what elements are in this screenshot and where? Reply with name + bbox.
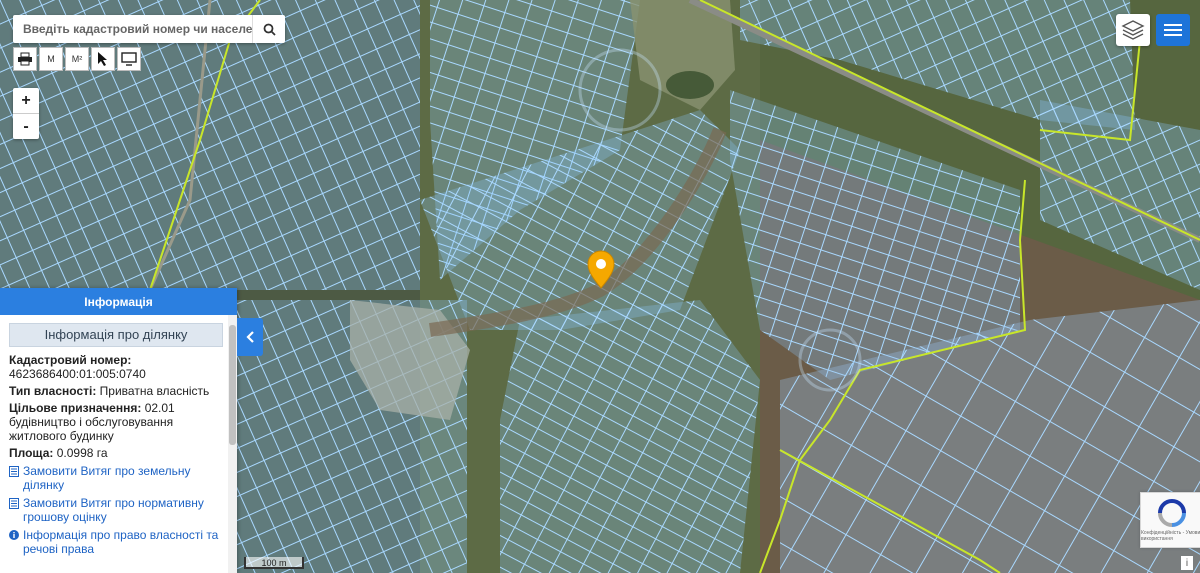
zoom-in-button[interactable]: +: [13, 88, 39, 113]
parcel-info-heading: Інформація про ділянку: [9, 323, 223, 347]
purpose-label: Цільове призначення:: [9, 401, 142, 415]
order-valuation-extract-link[interactable]: Замовити Витяг про нормативну грошову оц…: [9, 496, 223, 524]
cadastral-row: Кадастровий номер: 4623686400:01:005:074…: [9, 353, 223, 381]
screen-button[interactable]: [117, 47, 141, 71]
layers-button[interactable]: [1116, 14, 1150, 46]
area-row: Площа: 0.0998 га: [9, 446, 223, 460]
print-button[interactable]: [13, 47, 37, 71]
recaptcha-icon: [1158, 499, 1186, 527]
ownership-label: Тип власності:: [9, 384, 97, 398]
info-panel: Інформація Інформація про ділянку Кадаст…: [0, 288, 237, 573]
panel-scrollbar[interactable]: [228, 315, 237, 573]
ownership-row: Тип власності: Приватна власність: [9, 384, 223, 398]
select-button[interactable]: [91, 47, 115, 71]
ownership-rights-link[interactable]: Інформація про право власності та речові…: [9, 528, 223, 556]
info-circle-icon: [9, 530, 19, 540]
document-icon: [9, 498, 19, 509]
measure-line-label: M: [47, 54, 55, 64]
area-label: Площа:: [9, 446, 54, 460]
panel-body: Інформація про ділянку Кадастровий номер…: [0, 315, 237, 556]
search-icon: [263, 23, 276, 36]
map-info-button[interactable]: i: [1181, 556, 1193, 570]
parcel-area-south: [500, 300, 760, 573]
layers-icon: [1121, 20, 1145, 40]
ownership-value: Приватна власність: [99, 384, 210, 398]
search-input[interactable]: [13, 16, 253, 42]
menu-button[interactable]: [1156, 14, 1190, 46]
cadastral-number: 4623686400:01:005:0740: [9, 367, 146, 381]
panel-header: Інформація: [0, 288, 237, 315]
area-value: 0.0998 га: [56, 446, 108, 460]
zoom-out-button[interactable]: -: [13, 113, 39, 139]
zoom-control: + -: [13, 88, 39, 139]
recaptcha-badge[interactable]: Конфіденційність - Умови використання: [1140, 492, 1200, 548]
scale-bar: 100 m: [244, 557, 304, 569]
cadastral-label: Кадастровий номер:: [9, 353, 132, 367]
measure-area-button[interactable]: M²: [65, 47, 89, 71]
search-bar: [13, 15, 285, 43]
measure-distance-button[interactable]: M: [39, 47, 63, 71]
measure-area-label: M²: [71, 54, 83, 64]
order-land-extract-label: Замовити Витяг про земельну ділянку: [23, 464, 191, 492]
screen-icon: [121, 52, 137, 66]
parcel-area-west: [0, 0, 420, 290]
printer-icon: [18, 52, 32, 66]
hamburger-icon: [1164, 24, 1182, 36]
document-icon: [9, 466, 19, 477]
cursor-icon: [98, 52, 107, 66]
recaptcha-caption: Конфіденційність - Умови використання: [1141, 530, 1200, 542]
order-valuation-extract-label: Замовити Витяг про нормативну грошову оц…: [23, 496, 204, 524]
purpose-row: Цільове призначення: 02.01 будівництво і…: [9, 401, 223, 443]
scrollbar-thumb[interactable]: [229, 325, 236, 445]
search-button[interactable]: [252, 15, 285, 43]
collapse-panel-button[interactable]: [237, 318, 263, 356]
ownership-rights-label: Інформація про право власності та речові…: [23, 528, 219, 556]
map-toolbar: M M²: [13, 47, 141, 71]
order-land-extract-link[interactable]: Замовити Витяг про земельну ділянку: [9, 464, 223, 492]
chevron-left-icon: [246, 331, 254, 343]
